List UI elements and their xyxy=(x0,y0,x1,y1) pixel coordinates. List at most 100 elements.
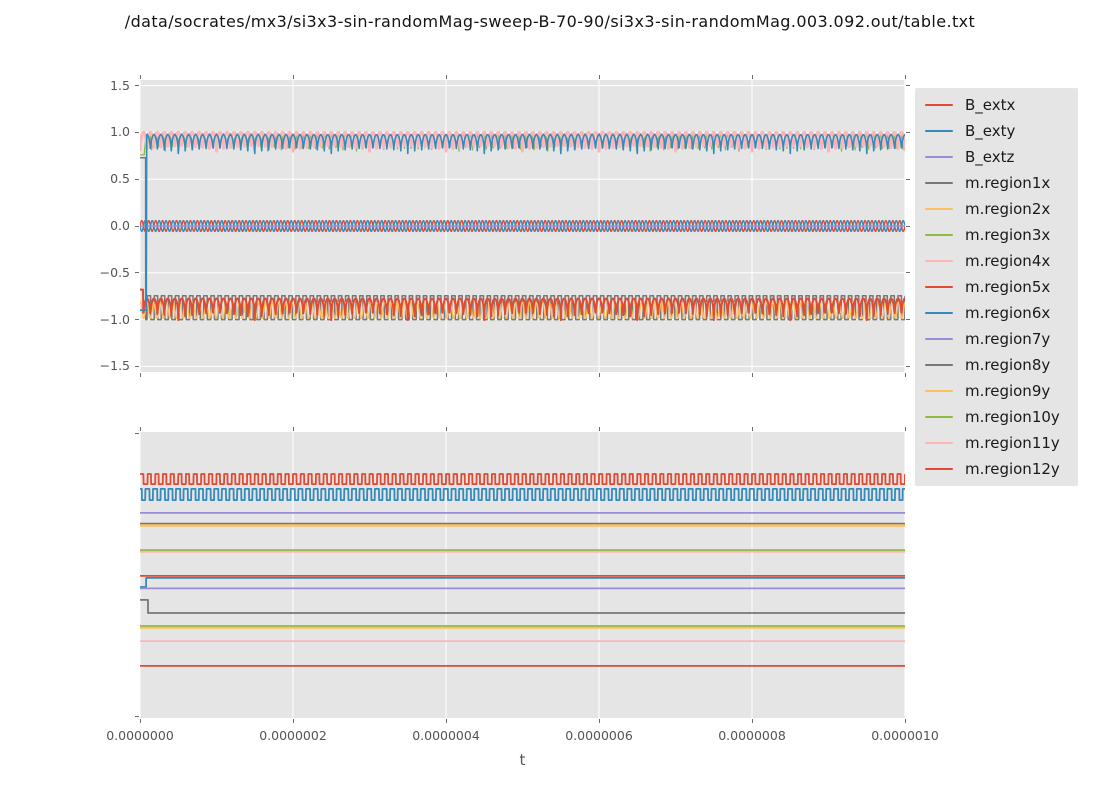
tick-mark xyxy=(135,131,139,133)
tick-mark xyxy=(904,719,906,723)
tick-mark xyxy=(292,427,294,431)
y-tick-label: 0.0 xyxy=(110,218,130,233)
tick-mark xyxy=(135,319,139,321)
tick-mark xyxy=(598,719,600,723)
tick-mark xyxy=(445,427,447,431)
tick-mark xyxy=(751,719,753,723)
tick-mark xyxy=(139,75,141,79)
tick-mark xyxy=(445,373,447,377)
legend-line-sample xyxy=(925,130,953,132)
tick-mark xyxy=(292,75,294,79)
x-tick-label: 0.0000000 xyxy=(106,728,174,743)
legend-entry: m.region9y xyxy=(925,379,1078,403)
bottom-subplot xyxy=(140,432,905,718)
legend-line-sample xyxy=(925,364,953,366)
legend-entry: m.region6x xyxy=(925,301,1078,325)
x-tick-label: 0.0000008 xyxy=(718,728,786,743)
x-axis-label: t xyxy=(519,751,526,769)
y-tick-label: −0.5 xyxy=(99,264,130,280)
legend-line-sample xyxy=(925,442,953,444)
tick-mark xyxy=(598,427,600,431)
legend-label: m.region3x xyxy=(965,226,1051,244)
tick-mark xyxy=(598,75,600,79)
legend-label: m.region10y xyxy=(965,408,1060,426)
tick-mark xyxy=(292,373,294,377)
tick-mark xyxy=(139,373,141,377)
legend-label: B_extx xyxy=(965,96,1016,114)
tick-mark xyxy=(139,427,141,431)
legend-line-sample xyxy=(925,104,953,106)
legend-label: m.region11y xyxy=(965,434,1060,452)
legend-entry: m.region4x xyxy=(925,249,1078,273)
legend-label: m.region1x xyxy=(965,174,1051,192)
series-square-wave-red xyxy=(140,473,905,485)
legend-label: m.region7y xyxy=(965,330,1051,348)
legend-entry: m.region10y xyxy=(925,405,1078,429)
legend-entry: m.region12y xyxy=(925,457,1078,481)
tick-mark xyxy=(906,225,910,227)
tick-mark xyxy=(751,373,753,377)
legend-label: B_exty xyxy=(965,122,1016,140)
legend-line-sample xyxy=(925,234,953,236)
tick-mark xyxy=(135,365,139,367)
tick-mark xyxy=(906,85,910,87)
x-tick-label: 0.0000006 xyxy=(565,728,633,743)
tick-mark xyxy=(904,373,906,377)
legend-entry: B_exty xyxy=(925,119,1078,143)
x-tick-label: 0.0000004 xyxy=(412,728,480,743)
legend-line-sample xyxy=(925,416,953,418)
legend-label: m.region9y xyxy=(965,382,1051,400)
legend-entry: m.region8y xyxy=(925,353,1078,377)
legend-entry: m.region1x xyxy=(925,171,1078,195)
legend-entry: m.region5x xyxy=(925,275,1078,299)
legend-line-sample xyxy=(925,260,953,262)
tick-mark xyxy=(445,719,447,723)
legend-label: m.region4x xyxy=(965,252,1051,270)
y-tick-label: −1.5 xyxy=(99,358,130,374)
legend-entry: B_extz xyxy=(925,145,1078,169)
tick-mark xyxy=(135,85,139,87)
top-subplot xyxy=(140,80,905,372)
tick-mark xyxy=(135,225,139,227)
tick-mark xyxy=(904,75,906,79)
tick-mark xyxy=(445,75,447,79)
legend-line-sample xyxy=(925,182,953,184)
legend-entry: m.region11y xyxy=(925,431,1078,455)
legend-entry: B_extx xyxy=(925,93,1078,117)
legend-label: B_extz xyxy=(965,148,1015,166)
legend-label: m.region12y xyxy=(965,460,1060,478)
legend-line-sample xyxy=(925,286,953,288)
tick-mark xyxy=(135,433,139,434)
tick-mark xyxy=(906,272,910,274)
legend-entry: m.region3x xyxy=(925,223,1078,247)
legend-line-sample xyxy=(925,156,953,158)
legend-label: m.region8y xyxy=(965,356,1051,374)
legend-line-sample xyxy=(925,468,953,470)
legend-line-sample xyxy=(925,390,953,392)
figure-title: /data/socrates/mx3/si3x3-sin-randomMag-s… xyxy=(124,12,976,31)
tick-mark xyxy=(135,178,139,180)
y-tick-label: 1.5 xyxy=(110,77,130,93)
figure: /data/socrates/mx3/si3x3-sin-randomMag-s… xyxy=(0,0,1100,800)
tick-mark xyxy=(139,719,141,723)
legend-line-sample xyxy=(925,208,953,210)
legend-label: m.region5x xyxy=(965,278,1051,296)
legend-line-sample xyxy=(925,338,953,340)
tick-mark xyxy=(751,75,753,79)
x-tick-label: 0.0000002 xyxy=(259,728,327,743)
tick-mark xyxy=(751,427,753,431)
legend: B_extx B_exty B_extz m.region1x m.region2x m.… xyxy=(915,88,1078,486)
legend-label: m.region6x xyxy=(965,304,1051,322)
tick-mark xyxy=(906,365,910,367)
legend-line-sample xyxy=(925,312,953,314)
tick-mark xyxy=(904,427,906,431)
tick-mark xyxy=(292,719,294,723)
tick-mark xyxy=(598,373,600,377)
tick-mark xyxy=(906,319,910,321)
legend-entry: m.region2x xyxy=(925,197,1078,221)
y-tick-label: 1.0 xyxy=(110,124,130,140)
legend-entry: m.region7y xyxy=(925,327,1078,351)
tick-mark xyxy=(906,131,910,133)
tick-mark xyxy=(906,178,910,180)
y-tick-label: −1.0 xyxy=(99,311,130,327)
